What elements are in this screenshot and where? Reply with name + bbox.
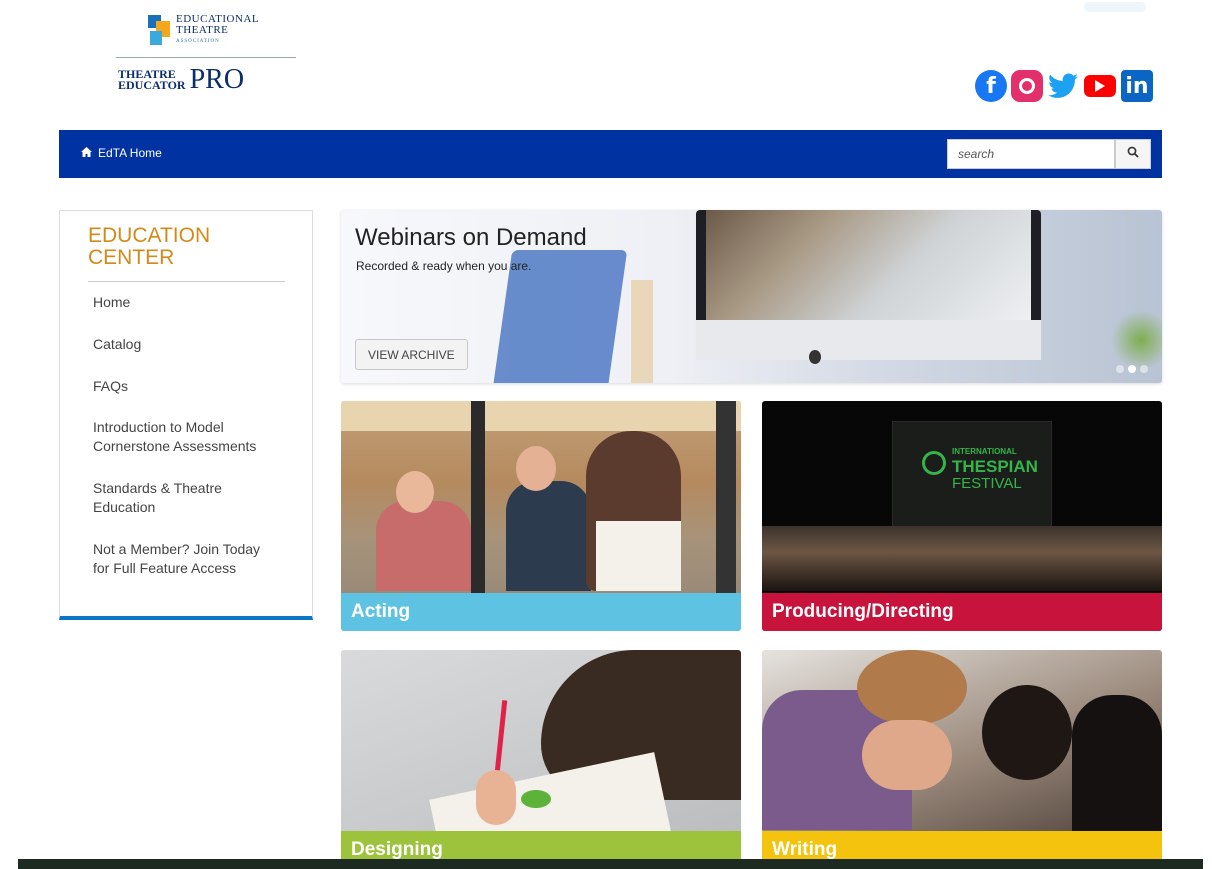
carousel-dot-2[interactable] bbox=[1128, 365, 1136, 373]
youtube-icon[interactable] bbox=[1083, 70, 1117, 102]
producing-directing-tile[interactable]: INTERNATIONAL THESPIAN FESTIVAL Producin… bbox=[762, 401, 1162, 631]
writing-photo-face bbox=[862, 720, 952, 790]
acting-tile[interactable]: Acting bbox=[341, 401, 741, 631]
acting-photo-shirt-right bbox=[596, 521, 681, 591]
search-icon bbox=[1127, 145, 1139, 163]
os-taskbar bbox=[18, 859, 1203, 869]
sidebar-item-catalog[interactable]: Catalog bbox=[93, 335, 293, 354]
acting-photo-actor-center bbox=[506, 481, 591, 591]
site-logo[interactable]: EDUCATIONAL THEATRE ASSOCIATION THEATRE … bbox=[116, 14, 296, 94]
apple-logo-icon bbox=[809, 350, 821, 364]
writing-photo-hair bbox=[857, 650, 967, 725]
view-archive-button[interactable]: VIEW ARCHIVE bbox=[355, 339, 468, 370]
acting-photo-ceiling bbox=[341, 401, 741, 431]
twitter-icon[interactable] bbox=[1047, 70, 1079, 102]
writing-photo-student-head bbox=[982, 685, 1072, 780]
festival-banner-line-1: INTERNATIONAL bbox=[952, 447, 1017, 456]
sidebar-item-join[interactable]: Not a Member? Join Today for Full Featur… bbox=[93, 540, 278, 578]
producing-directing-caption: Producing/Directing bbox=[762, 593, 1162, 631]
edta-logo-mark bbox=[148, 14, 170, 47]
carousel-dot-1[interactable] bbox=[1116, 365, 1124, 373]
hero-monitor-bezel bbox=[696, 320, 1041, 360]
search-input[interactable] bbox=[947, 139, 1115, 169]
facebook-icon[interactable]: f bbox=[975, 70, 1007, 102]
acting-photo-face-center bbox=[516, 446, 556, 491]
sidebar-title: EDUCATION CENTER bbox=[88, 224, 211, 269]
acting-photo-actor-left bbox=[376, 501, 471, 591]
tep-logo-line-2: EDUCATOR bbox=[118, 78, 186, 92]
edta-home-label: EdTA Home bbox=[98, 146, 162, 160]
carousel-indicators bbox=[1116, 365, 1148, 373]
webinars-hero-banner[interactable]: Webinars on Demand Recorded & ready when… bbox=[341, 210, 1162, 383]
acting-photo-face-left bbox=[396, 471, 434, 513]
education-center-sidebar: EDUCATION CENTER Home Catalog FAQs Intro… bbox=[59, 210, 313, 620]
sidebar-item-faqs[interactable]: FAQs bbox=[93, 377, 293, 396]
sidebar-item-home[interactable]: Home bbox=[93, 293, 293, 312]
top-navbar: EdTA Home bbox=[59, 130, 1162, 178]
festival-banner-line-3: FESTIVAL bbox=[952, 475, 1022, 492]
designing-photo-drawing bbox=[521, 790, 551, 808]
sidebar-item-standards[interactable]: Standards & Theatre Education bbox=[93, 479, 253, 517]
writing-photo-student-right bbox=[1072, 695, 1162, 835]
acting-photo-lamp-post-right bbox=[716, 401, 736, 601]
home-icon bbox=[81, 146, 92, 160]
designing-tile[interactable]: Designing bbox=[341, 650, 741, 869]
search-button[interactable] bbox=[1115, 139, 1151, 169]
acting-photo-lamp-post bbox=[471, 401, 485, 601]
carousel-dot-3[interactable] bbox=[1140, 365, 1148, 373]
top-decoration bbox=[1084, 2, 1146, 12]
designing-photo-hand bbox=[476, 770, 516, 825]
theatre-educator-pro-logo[interactable]: THEATRE EDUCATOR PRO bbox=[116, 66, 296, 94]
sidebar-divider bbox=[88, 281, 285, 282]
writing-tile[interactable]: Writing bbox=[762, 650, 1162, 869]
instagram-icon[interactable] bbox=[1011, 70, 1043, 102]
hero-accessory-image bbox=[631, 280, 653, 383]
edta-logo-line-3: ASSOCIATION bbox=[176, 39, 220, 44]
social-links: f in bbox=[975, 70, 1153, 102]
edta-logo-line-2: THEATRE bbox=[176, 24, 229, 36]
hero-subtitle: Recorded & ready when you are. bbox=[356, 259, 532, 273]
festival-logo-icon bbox=[922, 451, 946, 475]
linkedin-icon[interactable]: in bbox=[1121, 70, 1153, 102]
tep-logo-pro: PRO bbox=[189, 64, 245, 95]
edta-logo[interactable]: EDUCATIONAL THEATRE ASSOCIATION bbox=[116, 14, 296, 47]
hero-title: Webinars on Demand bbox=[355, 224, 587, 251]
logo-divider bbox=[116, 57, 296, 58]
edta-home-link[interactable]: EdTA Home bbox=[81, 146, 162, 160]
acting-caption: Acting bbox=[341, 593, 741, 631]
hero-plant-image bbox=[1111, 310, 1162, 370]
sidebar-item-model-cornerstone[interactable]: Introduction to Model Cornerstone Assess… bbox=[93, 418, 273, 456]
hero-monitor-screen bbox=[706, 210, 1031, 320]
dancers-image bbox=[762, 526, 1162, 591]
festival-banner-line-2: THESPIAN bbox=[952, 457, 1038, 476]
